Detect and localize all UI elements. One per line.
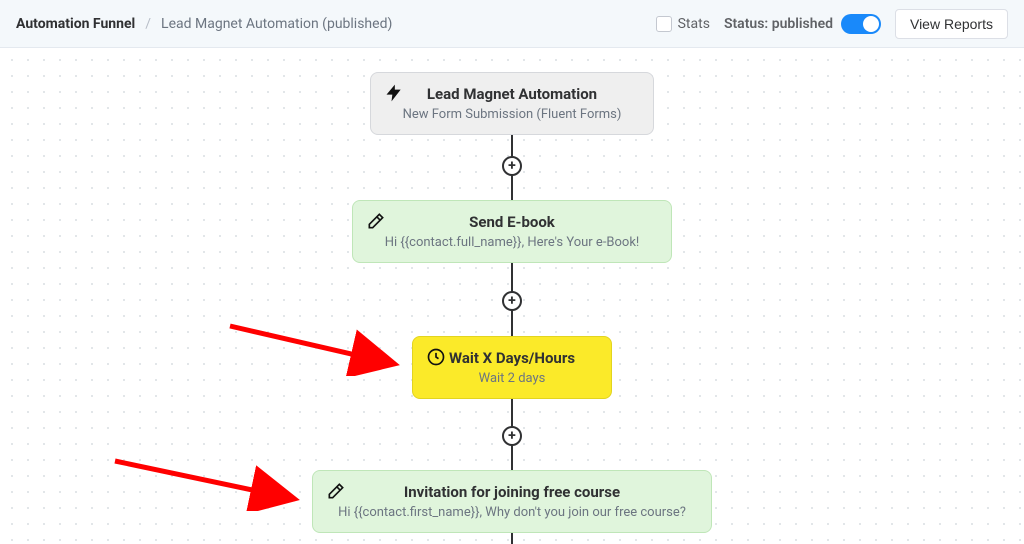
breadcrumb-separator: / [145, 16, 151, 32]
plus-icon: + [508, 294, 516, 308]
node-title: Invitation for joining free course [333, 483, 691, 501]
status-value: published [772, 16, 833, 32]
header-bar: Automation Funnel / Lead Magnet Automati… [0, 0, 1024, 48]
node-title: Lead Magnet Automation [391, 85, 633, 103]
email-node[interactable]: Invitation for joining free course Hi {{… [312, 470, 712, 533]
add-step-button[interactable]: + [502, 426, 522, 446]
automation-canvas[interactable]: + + + Lead Magnet Automation New Form Su… [0, 48, 1024, 544]
connector-line [511, 532, 513, 544]
add-step-button[interactable]: + [502, 156, 522, 176]
node-subtitle: Wait 2 days [433, 371, 591, 386]
compose-icon [365, 211, 387, 233]
toggle-knob-icon [863, 16, 879, 32]
status-prefix: Status: [724, 16, 772, 32]
breadcrumb: Automation Funnel / Lead Magnet Automati… [16, 16, 392, 32]
stats-toggle[interactable]: Stats [656, 16, 710, 32]
trigger-node[interactable]: Lead Magnet Automation New Form Submissi… [370, 72, 654, 135]
email-node[interactable]: Send E-book Hi {{contact.full_name}}, He… [352, 200, 672, 263]
add-step-button[interactable]: + [502, 291, 522, 311]
breadcrumb-current: Lead Magnet Automation (published) [161, 16, 392, 32]
stats-label: Stats [678, 16, 710, 32]
compose-icon [325, 481, 347, 503]
node-subtitle: Hi {{contact.first_name}}, Why don't you… [333, 505, 691, 520]
bolt-icon [383, 83, 405, 105]
status-indicator: Status: published [724, 14, 881, 34]
plus-icon: + [508, 159, 516, 173]
node-title: Send E-book [373, 213, 651, 231]
breadcrumb-root[interactable]: Automation Funnel [16, 16, 135, 32]
clock-icon [425, 347, 447, 369]
node-subtitle: Hi {{contact.full_name}}, Here's Your e-… [373, 235, 651, 250]
wait-node[interactable]: Wait X Days/Hours Wait 2 days [412, 336, 612, 399]
node-subtitle: New Form Submission (Fluent Forms) [391, 107, 633, 122]
annotation-arrow-icon [225, 316, 410, 376]
checkbox-icon[interactable] [656, 16, 672, 32]
annotation-arrow-icon [110, 451, 310, 511]
publish-toggle[interactable] [841, 14, 881, 34]
view-reports-button[interactable]: View Reports [895, 9, 1008, 39]
plus-icon: + [508, 429, 516, 443]
node-title: Wait X Days/Hours [433, 349, 591, 367]
